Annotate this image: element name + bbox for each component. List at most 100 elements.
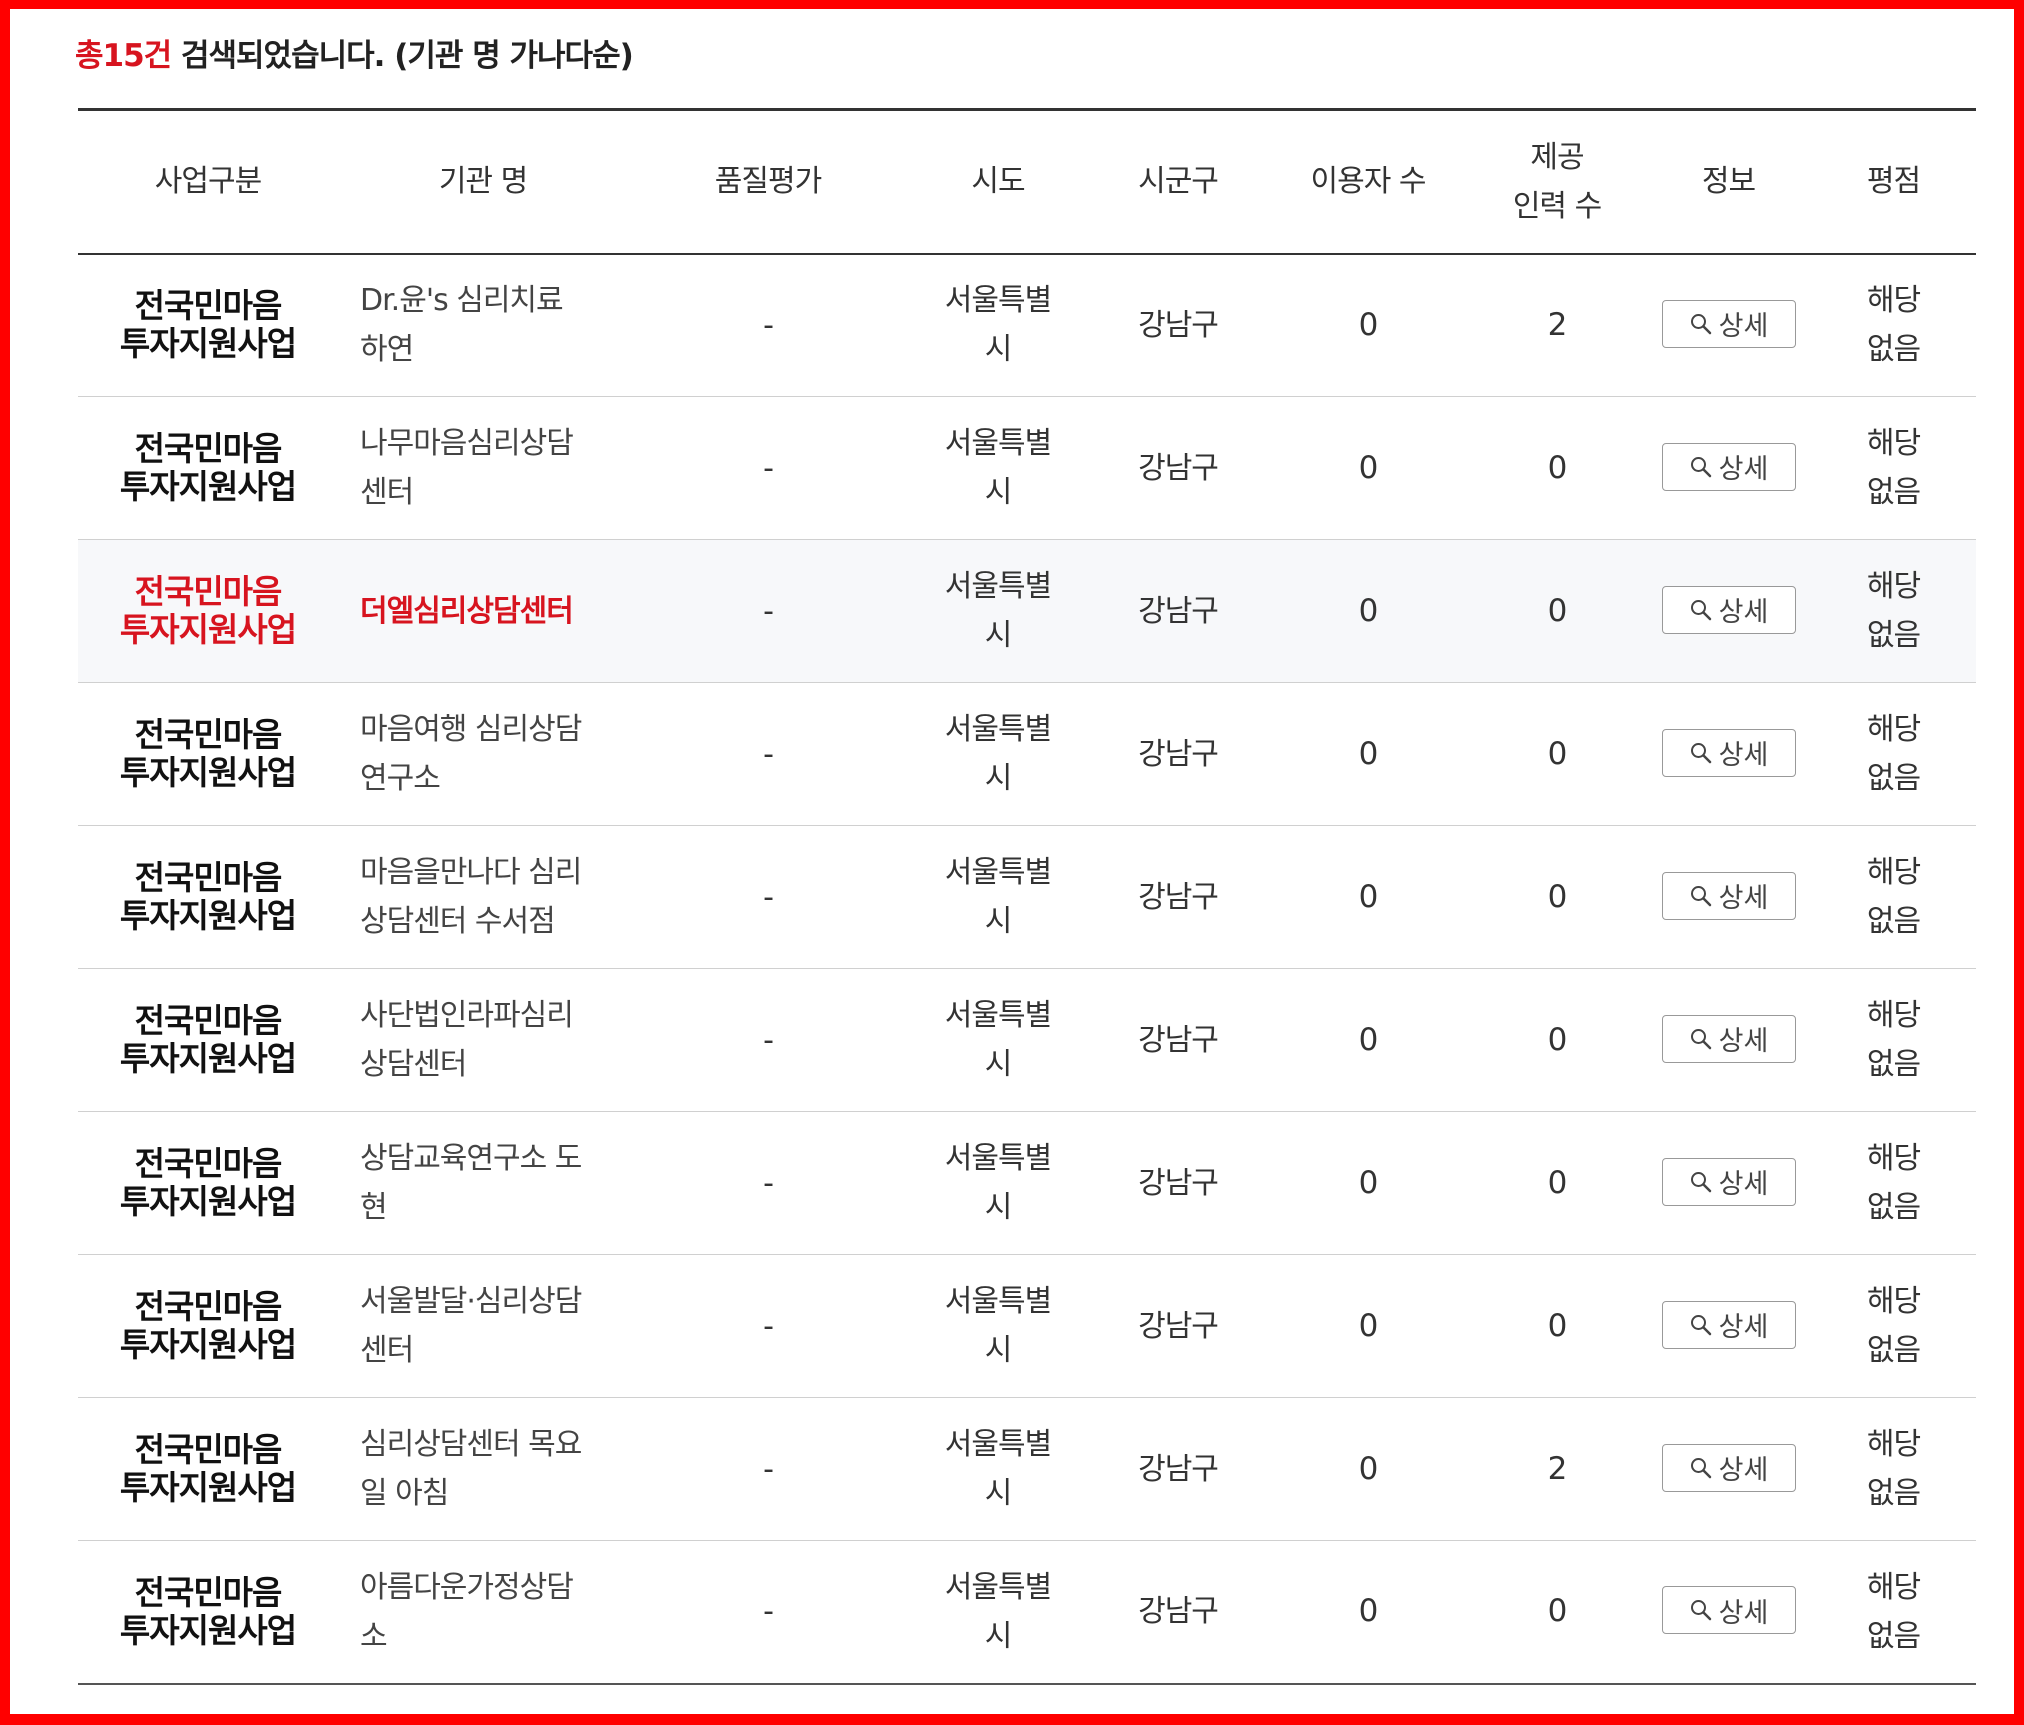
institution-name-line2[interactable]: 상담센터 — [360, 1047, 467, 1082]
detail-button[interactable]: 상세 — [1661, 442, 1796, 491]
sido-line2: 시 — [984, 1047, 1013, 1082]
institution-name-line2[interactable]: 일 아침 — [360, 1476, 449, 1511]
info-cell: 상세 — [1646, 826, 1811, 969]
detail-button[interactable]: 상세 — [1661, 299, 1796, 348]
result-count: 15건 — [102, 38, 173, 74]
users-count-cell: 0 — [1358, 735, 1379, 772]
business-type-line1: 전국민마음 — [134, 1144, 283, 1183]
institution-name-cell[interactable]: 사단법인라파심리상담센터 — [338, 969, 628, 1112]
users-count-cell: 0 — [1358, 449, 1379, 486]
institution-name-line1[interactable]: 상담교육연구소 도 — [360, 1141, 582, 1176]
sido-line2: 시 — [984, 904, 1013, 939]
table-row[interactable]: 전국민마음 투자지원사업 마음여행 심리상담 연구소 - 서울특별 시 강남구 0 0 상세 해당 없음 — [78, 683, 1976, 826]
table-row[interactable]: 전국민마음 투자지원사업 상담교육연구소 도 현 - 서울특별 시 강남구 0 0 상세 해당 없음 — [78, 1112, 1976, 1255]
institution-name-line1[interactable]: 마음여행 심리상담 — [360, 712, 582, 747]
header-name: 기관 명 — [438, 164, 528, 200]
institution-name-cell[interactable]: 심리상담센터 목요일 아침 — [338, 1398, 628, 1541]
institution-name-line1[interactable]: 더엘심리상담센터 — [360, 594, 574, 629]
rating-cell: 해당 없음 — [1811, 826, 1976, 969]
business-type-line2: 투자지원사업 — [119, 1182, 297, 1221]
detail-button[interactable]: 상세 — [1661, 1300, 1796, 1349]
table-row[interactable]: 전국민마음 투자지원사업 Dr.윤's 심리치료 하연 - 서울특별 시 강남구 0 2 상세 해당 없… — [78, 254, 1976, 397]
business-type-line1: 전국민마음 — [134, 1001, 283, 1040]
sigungu-cell: 강남구 — [1138, 593, 1219, 629]
rating-line1: 해당 — [1866, 855, 1921, 890]
sido-cell: 서울특별시 — [908, 826, 1088, 969]
detail-button-label: 상세 — [1718, 597, 1769, 628]
sido-line1: 서울특별 — [944, 855, 1052, 890]
sigungu-cell: 강남구 — [1138, 1022, 1219, 1058]
institution-name-line2[interactable]: 현 — [360, 1190, 388, 1225]
detail-button[interactable]: 상세 — [1661, 871, 1796, 920]
institution-name-line1[interactable]: 마음을만나다 심리 — [360, 855, 582, 890]
table-row[interactable]: 전국민마음 투자지원사업 더엘심리상담센터 - 서울특별 시 강남구 0 0 상세 해당 없음 — [78, 539, 1976, 683]
detail-button[interactable]: 상세 — [1661, 1014, 1796, 1063]
institution-name-line2[interactable]: 하연 — [360, 332, 414, 367]
business-type-line2: 투자지원사업 — [119, 1039, 297, 1078]
sido-cell: 서울특별 시 — [908, 540, 1088, 683]
detail-button[interactable]: 상세 — [1661, 1443, 1796, 1492]
result-summary: 총15건 검색되었습니다. (기관 명 가나다순) — [75, 30, 634, 75]
magnifier-icon — [1690, 742, 1711, 763]
detail-button-label: 상세 — [1718, 1455, 1769, 1486]
magnifier-icon — [1690, 1457, 1711, 1478]
institution-name-cell[interactable]: Dr.윤's 심리치료하연 — [338, 254, 628, 397]
quality-cell: - — [763, 1308, 774, 1344]
institution-name-line1[interactable]: Dr.윤's 심리치료 — [360, 283, 564, 318]
detail-button[interactable]: 상세 — [1661, 1586, 1796, 1635]
sido-cell: 서울특별 시 — [908, 1398, 1088, 1541]
sido-line2: 시 — [984, 475, 1013, 510]
institution-name-line1[interactable]: 나무마음심리상담 — [360, 426, 574, 461]
sido-line1: 서울특별 — [944, 283, 1052, 319]
institution-name-line1[interactable]: 심리상담센터 목요 — [360, 1427, 582, 1462]
rating-line2: 없음 — [1866, 332, 1921, 368]
institution-name-cell[interactable]: 서울발달·심리상담센터 — [338, 1255, 628, 1398]
quality-cell: - — [763, 1594, 774, 1630]
table-body: 전국민마음 투자지원사업 Dr.윤's 심리치료 하연 - 서울특별 시 강남구 0 2 상세 해당 없… — [78, 254, 1976, 1684]
users-count-cell: 0 — [1358, 306, 1379, 343]
institution-name-line2[interactable]: 센터 — [360, 475, 414, 510]
institution-name-line1[interactable]: 서울발달·심리상담 — [360, 1284, 582, 1319]
rating-line1: 해당 — [1866, 569, 1921, 604]
sido-line2: 시 — [984, 1333, 1013, 1368]
magnifier-icon — [1690, 313, 1711, 334]
quality-cell: - — [763, 1022, 774, 1058]
sido-line1: 서울특별 — [944, 1284, 1052, 1319]
rating-cell: 해당 없음 — [1811, 1541, 1976, 1684]
institution-name-cell[interactable]: 마음여행 심리상담연구소 — [338, 683, 628, 826]
detail-button[interactable]: 상세 — [1661, 1157, 1796, 1206]
table-row[interactable]: 전국민마음 투자지원사업 서울발달·심리상담 센터 - 서울특별 시 강남구 0 0 상세 해당 없음 — [78, 1255, 1976, 1398]
magnifier-icon — [1690, 1171, 1711, 1192]
table-row[interactable]: 전국민마음 투자지원사업 심리상담센터 목요 일 아침 - 서울특별 시 강남구 0 2 상세 해당 없… — [78, 1398, 1976, 1541]
table-row[interactable]: 전국민마음 투자지원사업 사단법인라파심리 상담센터 - 서울특별 시 강남구 0 0 상세 해당 없음 — [78, 969, 1976, 1112]
table-row[interactable]: 전국민마음 투자지원사업 나무마음심리상담 센터 - 서울특별 시 강남구 0 0 상세 해당 없음 — [78, 397, 1976, 540]
magnifier-icon — [1690, 1028, 1711, 1049]
business-type-cell: 전국민마음 투자지원사업 — [78, 540, 338, 683]
quality-cell: - — [763, 1451, 774, 1487]
institution-name-cell[interactable]: 마음을만나다 심리상담센터 수서점 — [338, 826, 628, 969]
institution-name-line2[interactable]: 소 — [360, 1619, 388, 1654]
table-row[interactable]: 전국민마음 투자지원사업 아름다운가정상담 소 - 서울특별 시 강남구 0 0 상세 해당 없음 — [78, 1541, 1976, 1684]
sido-line2: 시 — [984, 1476, 1013, 1511]
institution-name-line2[interactable]: 센터 — [360, 1333, 414, 1368]
sigungu-cell: 강남구 — [1138, 1451, 1219, 1487]
institution-name-cell[interactable]: 아름다운가정상담소 — [338, 1541, 628, 1684]
detail-button[interactable]: 상세 — [1661, 585, 1796, 634]
institution-name-cell[interactable]: 나무마음심리상담센터 — [338, 397, 628, 540]
institution-name-cell[interactable]: 더엘심리상담센터 — [338, 540, 628, 683]
rating-cell: 해당 없음 — [1811, 540, 1976, 683]
info-cell: 상세 — [1646, 969, 1811, 1112]
table-row[interactable]: 전국민마음 투자지원사업 마음을만나다 심리 상담센터 수서점 - 서울특별 시 강남구 0 0 상… — [78, 826, 1976, 969]
rating-line2: 없음 — [1866, 1618, 1921, 1654]
users-count-cell: 0 — [1358, 1307, 1379, 1344]
institution-name-cell[interactable]: 상담교육연구소 도현 — [338, 1112, 628, 1255]
institution-name-line1[interactable]: 사단법인라파심리 — [360, 998, 574, 1033]
staff-count-cell: 0 — [1547, 1164, 1568, 1201]
institution-name-line2[interactable]: 연구소 — [360, 761, 441, 796]
institution-name-line1[interactable]: 아름다운가정상담 — [360, 1570, 574, 1605]
detail-button-label: 상세 — [1718, 454, 1769, 485]
sido-line2: 시 — [984, 618, 1013, 653]
detail-button[interactable]: 상세 — [1661, 728, 1796, 777]
institution-name-line2[interactable]: 상담센터 수서점 — [360, 904, 556, 939]
sigungu-cell: 강남구 — [1138, 450, 1219, 486]
